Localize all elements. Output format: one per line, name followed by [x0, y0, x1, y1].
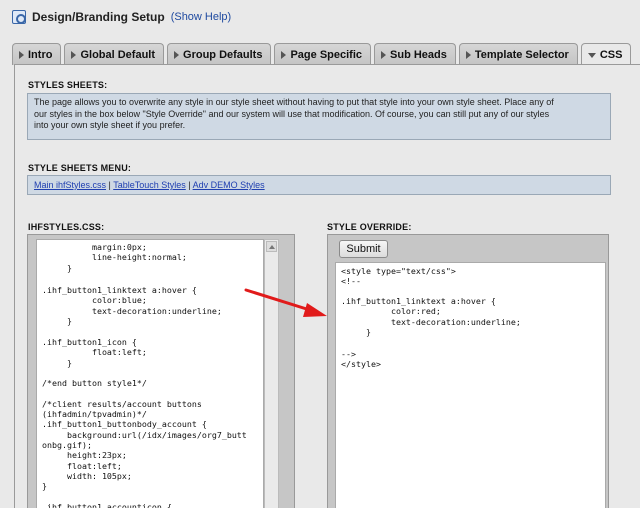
info-line: The page allows you to overwrite any sty… — [34, 97, 554, 107]
tab-label: Template Selector — [474, 48, 569, 61]
scroll-up-icon[interactable] — [266, 241, 277, 252]
info-line: our styles in the box below "Style Overr… — [34, 108, 550, 119]
stylesheets-menu-heading: STYLE SHEETS MENU: — [28, 163, 132, 173]
stylesheets-menu: Main ihfStyles.css | TableTouch Styles |… — [27, 175, 611, 195]
triangle-icon — [19, 50, 24, 59]
red-arrow-icon — [244, 288, 327, 317]
tab-label: Intro — [28, 48, 53, 61]
stylesheets-heading: STYLES SHEETS: — [28, 80, 108, 90]
menu-link-tabletouch[interactable]: TableTouch Styles — [113, 180, 186, 190]
submit-button[interactable]: Submit — [339, 240, 388, 258]
tab-css[interactable]: CSS — [580, 43, 632, 66]
ihfstyles-scrollbar[interactable] — [264, 239, 279, 508]
code-block-highlighted: .ihf_button1_linktext a:hover { color:bl… — [42, 285, 222, 326]
code-block: --> </style> — [341, 349, 381, 370]
code-block-highlighted: .ihf_button1_linktext a:hover { color:re… — [341, 296, 521, 337]
triangle-icon — [381, 50, 387, 59]
tab-group-defaults[interactable]: Group Defaults — [167, 43, 272, 65]
page-title: Design/Branding Setup — [32, 10, 165, 24]
tab-bar: Intro Global Default Group Defaults Page… — [12, 43, 632, 66]
settings-icon — [12, 10, 26, 24]
menu-link-main[interactable]: Main ihfStyles.css — [34, 180, 106, 190]
code-block: .ihf_button1_icon { float:left; } /*end … — [42, 337, 247, 508]
style-override-textarea[interactable]: <style type="text/css"> <!-- .ihf_button… — [335, 262, 606, 508]
menu-separator: | — [185, 180, 193, 190]
menu-link-demo[interactable]: Adv DEMO Styles — [193, 180, 265, 190]
tab-global-default[interactable]: Global Default — [64, 43, 165, 65]
tab-label: Sub Heads — [390, 48, 447, 61]
tab-template-selector[interactable]: Template Selector — [458, 43, 578, 65]
show-help-link[interactable]: (Show Help) — [171, 11, 232, 23]
code-block: margin:0px; line-height:normal; } — [66, 242, 187, 273]
tab-intro[interactable]: Intro — [12, 43, 62, 65]
info-line: into your own style sheet if you prefer. — [34, 120, 186, 130]
code-block: <style type="text/css"> <!-- — [341, 266, 456, 287]
tab-sub-heads[interactable]: Sub Heads — [374, 43, 456, 65]
ihfstyles-heading: IHFSTYLES.CSS: — [28, 222, 105, 232]
triangle-icon — [71, 50, 77, 59]
style-override-heading: STYLE OVERRIDE: — [327, 222, 412, 232]
ihfstyles-textarea[interactable]: margin:0px; line-height:normal; } .ihf_b… — [36, 239, 264, 508]
tab-label: Global Default — [80, 48, 156, 61]
tab-label: Group Defaults — [183, 48, 263, 61]
tab-label: CSS — [599, 49, 623, 61]
tab-page-specific[interactable]: Page Specific — [274, 43, 372, 65]
stylesheets-info-box: The page allows you to overwrite any sty… — [27, 93, 611, 140]
triangle-icon — [281, 50, 287, 59]
tab-label: Page Specific — [290, 48, 363, 61]
triangle-down-icon — [587, 52, 596, 58]
triangle-icon — [174, 50, 180, 59]
triangle-icon — [465, 50, 471, 59]
page-header: Design/Branding Setup (Show Help) — [12, 8, 231, 26]
